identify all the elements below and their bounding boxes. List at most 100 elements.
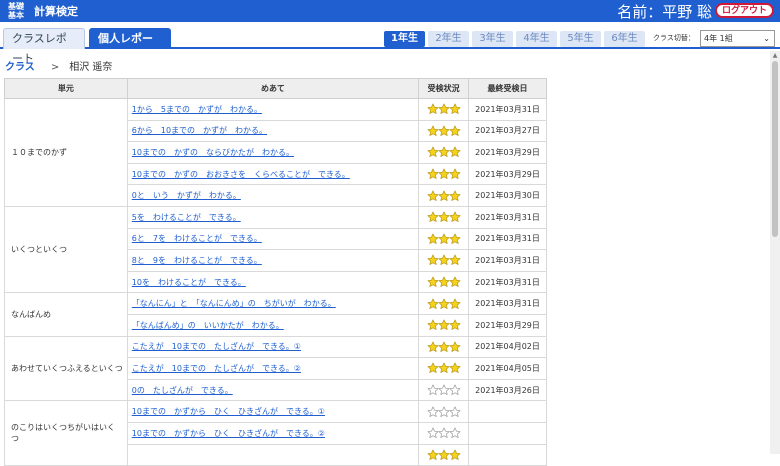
grade-tab-5[interactable]: 5年生 (560, 31, 601, 47)
date-cell: 2021年03月30日 (468, 184, 547, 207)
goal-cell: 5を わけることが できる。 (126, 205, 420, 229)
goal-link[interactable]: 0と いう かずが わかる。 (132, 191, 241, 200)
class-select[interactable]: 4年 1組 ⌄ (700, 30, 775, 47)
app-header: 基礎 基本 計算検定 名前：平野 聡 ログアウト (0, 0, 780, 22)
status-cell (418, 98, 470, 121)
star-filled-icon (449, 341, 461, 352)
goal-cell: 1から 5までの かずが わかる。 (126, 98, 420, 121)
star-filled-icon (449, 319, 461, 331)
goal-link[interactable]: 「なんにん」と 「なんにんめ」の ちがいが わかる。 (132, 299, 336, 308)
app-logo: 基礎 基本 (8, 2, 24, 20)
status-cell (418, 421, 470, 445)
status-cell (418, 292, 470, 315)
goal-link[interactable]: 6と 7を わけることが できる。 (132, 234, 262, 243)
goal-link[interactable]: 「なんばんめ」の いいかたが わかる。 (132, 321, 284, 330)
unit-cell: いくつといくつ (4, 205, 128, 294)
status-cell (418, 400, 470, 423)
tab-bar: クラスレポート 個人レポート 1年生 2年生 3年生 4年生 5年生 6年生 ク… (0, 22, 780, 65)
date-cell: 2021年03月31日 (468, 227, 547, 251)
breadcrumb: クラス > 相沢 遥奈 (5, 58, 112, 73)
grade-tab-2[interactable]: 2年生 (428, 31, 469, 47)
star-filled-icon (449, 103, 461, 115)
goal-link[interactable]: 10までの かずの ならびかたが わかる。 (132, 148, 294, 157)
star-filled-icon (449, 190, 461, 201)
goal-link[interactable]: こたえが 10までの たしざんが できる。② (132, 364, 301, 373)
date-cell: 2021年03月31日 (468, 270, 547, 294)
date-cell (468, 443, 547, 466)
header-date: 最終受検日 (468, 78, 547, 99)
goal-cell: 8と 9を わけることが できる。 (126, 249, 420, 272)
star-empty-icon (449, 427, 461, 439)
class-select-value: 4年 1組 (704, 34, 733, 43)
goal-link[interactable]: 8と 9を わけることが できる。 (132, 256, 262, 265)
goal-cell: 0の たしざんが できる。 (126, 378, 420, 402)
star-filled-icon (449, 211, 461, 223)
goal-link[interactable]: 10までの かずから ひく ひきざんが できる。① (132, 407, 325, 416)
breadcrumb-separator: > (50, 62, 60, 73)
tab-class-report[interactable]: クラスレポート (3, 28, 85, 65)
goal-cell: こたえが 10までの たしざんが できる。① (126, 335, 420, 359)
goal-link[interactable]: 5を わけることが できる。 (132, 213, 241, 222)
grade-tab-1[interactable]: 1年生 (384, 31, 425, 47)
logout-button[interactable]: ログアウト (714, 3, 774, 18)
logo-line1: 基礎 (8, 2, 24, 11)
star-empty-icon (449, 384, 461, 395)
goal-cell: こたえが 10までの たしざんが できる。② (126, 357, 420, 380)
header-goal: めあて (126, 78, 420, 99)
star-empty-icon (449, 406, 461, 417)
scroll-up-icon[interactable]: ▲ (770, 52, 780, 59)
star-filled-icon (449, 362, 461, 374)
goal-link[interactable]: 0の たしざんが できる。 (132, 386, 233, 395)
goal-link[interactable]: 1から 5までの かずが わかる。 (132, 105, 262, 114)
grade-tab-6[interactable]: 6年生 (604, 31, 645, 47)
date-cell (468, 400, 547, 423)
report-table-body: １０までのかず 1から 5までの かずが わかる。 2021年03月31日 6から 1… (4, 98, 547, 466)
date-cell: 2021年03月31日 (468, 98, 547, 121)
date-cell: 2021年03月29日 (468, 313, 547, 337)
unit-cell: のこりはいくつちがいはいくつ (4, 400, 128, 466)
star-filled-icon (449, 298, 461, 309)
star-filled-icon (449, 147, 461, 158)
grade-tab-3[interactable]: 3年生 (472, 31, 513, 47)
status-cell (418, 162, 470, 186)
date-cell (468, 421, 547, 445)
chevron-down-icon: ⌄ (763, 34, 770, 43)
status-cell (418, 184, 470, 207)
status-cell (418, 443, 470, 466)
status-cell (418, 378, 470, 402)
star-filled-icon (449, 255, 461, 266)
table-row: のこりはいくつちがいはいくつ 10までの かずから ひく ひきざんが できる。① (4, 400, 547, 466)
goal-cell: 6から 10までの かずが わかる。 (126, 119, 420, 143)
scrollbar-thumb[interactable] (772, 61, 778, 237)
goal-cell: 0と いう かずが わかる。 (126, 184, 420, 207)
goal-cell: 6と 7を わけることが できる。 (126, 227, 420, 251)
date-cell: 2021年03月29日 (468, 162, 547, 186)
unit-cell: なんばんめ (4, 292, 128, 337)
unit-cell: １０までのかず (4, 98, 128, 207)
goal-cell: 10までの かずから ひく ひきざんが できる。② (126, 421, 420, 445)
goal-link[interactable]: 10までの かずから ひく ひきざんが できる。② (132, 429, 325, 438)
tab-individual-report[interactable]: 個人レポート (89, 28, 171, 65)
goal-link[interactable]: 10までの かずの おおきさを くらべることが できる。 (132, 170, 350, 179)
status-cell (418, 141, 470, 164)
table-row: いくつといくつ 5を わけることが できる。 2021年03月31日 (4, 205, 547, 294)
goal-cell: 10までの かずから ひく ひきざんが できる。① (126, 400, 420, 423)
goal-link[interactable]: こたえが 10までの たしざんが できる。① (132, 342, 301, 351)
breadcrumb-class-link[interactable]: クラス (5, 62, 35, 73)
date-cell: 2021年03月31日 (468, 292, 547, 315)
logo-line2: 基本 (8, 11, 24, 20)
goal-cell: 10を わけることが できる。 (126, 270, 420, 294)
goal-link[interactable]: 10を わけることが できる。 (132, 278, 246, 287)
grade-tab-4[interactable]: 4年生 (516, 31, 557, 47)
status-cell (418, 227, 470, 251)
report-table: 単元 めあて 受検状況 最終受検日 １０までのかず 1から 5までの かずが わか… (4, 78, 547, 466)
status-cell (418, 313, 470, 337)
goal-link[interactable]: 6から 10までの かずが わかる。 (132, 126, 267, 135)
scrollbar[interactable]: ▲ (770, 51, 780, 454)
table-header-row: 単元 めあて 受検状況 最終受検日 (4, 78, 547, 99)
star-filled-icon (449, 276, 461, 287)
table-row: あわせていくつふえるといくつ こたえが 10までの たしざんが できる。① 2021… (4, 335, 547, 402)
star-filled-icon (449, 233, 461, 244)
table-row: なんばんめ 「なんにん」と 「なんにんめ」の ちがいが わかる。 2021年03月3… (4, 292, 547, 337)
date-cell: 2021年03月29日 (468, 141, 547, 164)
